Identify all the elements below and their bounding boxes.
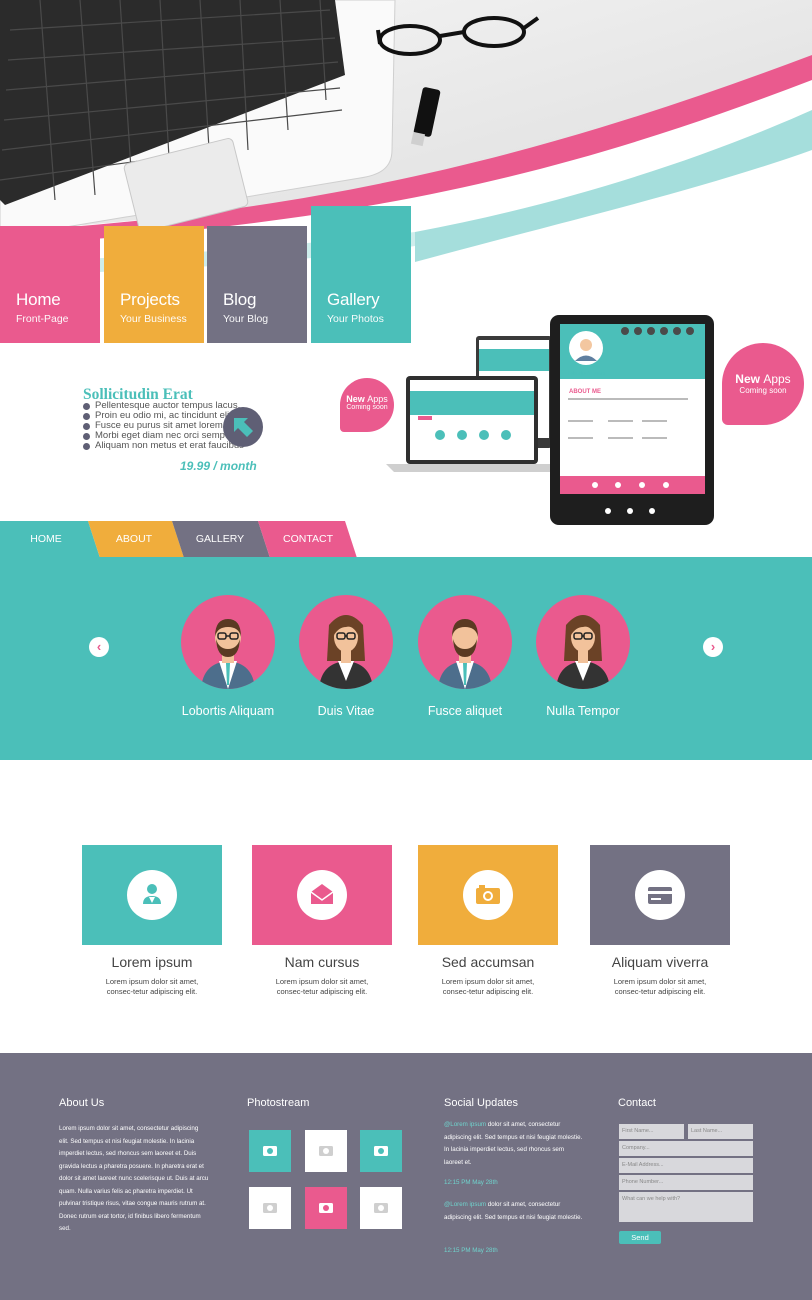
footer-about-title: About Us — [59, 1097, 105, 1109]
menu-tile-home[interactable]: Home Front-Page — [0, 226, 100, 343]
footer-contact-title: Contact — [618, 1097, 656, 1109]
nav-about[interactable]: ABOUT — [92, 521, 176, 558]
photostream-thumb[interactable] — [360, 1187, 402, 1229]
female-avatar-icon — [299, 595, 393, 689]
team-member-card[interactable]: Duis Vitae — [286, 595, 406, 718]
footer-photostream-title: Photostream — [247, 1097, 310, 1109]
menu-tile-title: Gallery — [327, 290, 380, 309]
team-member-name: Duis Vitae — [317, 704, 375, 718]
phone-field[interactable]: Phone Number... — [619, 1175, 753, 1190]
nav-home[interactable]: HOME — [0, 521, 92, 558]
team-member-name: Fusce aliquet — [427, 704, 503, 718]
devices-mockup-illustration: Lobortis Aliquam ABOUT ME — [386, 315, 714, 525]
menu-tile-subtitle: Your Blog — [223, 313, 269, 325]
tablet-heading: ABOUT ME — [569, 389, 601, 395]
main-nav-bar: HOME ABOUT GALLERY CONTACT — [0, 521, 812, 558]
footer: About Us Lorem ipsum dolor sit amet, con… — [0, 1053, 812, 1300]
menu-tile-title: Projects — [120, 290, 180, 309]
bubble-new-label: New — [735, 372, 760, 386]
photostream-thumb[interactable] — [360, 1130, 402, 1172]
bubble-apps-label: Apps — [763, 372, 791, 386]
photostream-thumb[interactable] — [249, 1187, 291, 1229]
camera-icon — [263, 1146, 277, 1156]
tweet-handle[interactable]: @Lorem ipsum — [444, 1121, 486, 1128]
tweet: @Lorem ipsum dolor sit amet, consectetur… — [444, 1199, 584, 1224]
feature-title: Aliquam viverra — [611, 954, 709, 970]
users-icon — [127, 870, 177, 920]
feature-box — [252, 845, 392, 945]
promo-price: 19.99 / month — [180, 459, 257, 473]
feature-box — [82, 845, 222, 945]
nav-contact[interactable]: CONTACT — [264, 521, 352, 558]
photostream-thumb[interactable] — [249, 1130, 291, 1172]
feature-card[interactable]: Lorem ipsum Lorem ipsum dolor sit amet, … — [82, 845, 222, 997]
menu-tile-blog[interactable]: Blog Your Blog — [207, 226, 307, 343]
feature-card[interactable]: Aliquam viverra Lorem ipsum dolor sit am… — [590, 845, 730, 997]
menu-tile-projects[interactable]: Projects Your Business — [104, 226, 204, 343]
photostream-thumb[interactable] — [305, 1130, 347, 1172]
bubble-subtitle: Coming soon — [739, 386, 787, 395]
envelope-icon — [297, 870, 347, 920]
female-avatar-icon — [536, 595, 630, 689]
menu-tile-title: Blog — [223, 290, 257, 309]
promo-feature-list: Pellentesque auctor tempus lacus, Proin … — [83, 401, 244, 451]
camera-icon — [374, 1203, 388, 1213]
carousel-next-button[interactable]: › — [703, 637, 723, 657]
carousel-prev-button[interactable]: ‹ — [89, 637, 109, 657]
camera-icon — [319, 1146, 333, 1156]
team-member-card[interactable]: Fusce aliquet — [405, 595, 525, 718]
camera-icon — [374, 1146, 388, 1156]
tweet-time: 12:15 PM May 28th — [444, 1179, 498, 1186]
arrow-up-left-icon[interactable] — [223, 407, 263, 447]
team-member-card[interactable]: Nulla Tempor — [523, 595, 643, 718]
photostream-thumb[interactable] — [305, 1187, 347, 1229]
team-section: ‹ › Lobortis Aliquam Duis Vitae Fusce al… — [0, 557, 812, 760]
tweet-handle[interactable]: @Lorem ipsum — [444, 1201, 486, 1208]
footer-social-title: Social Updates — [444, 1097, 518, 1109]
footer-about-text: Lorem ipsum dolor sit amet, consectetur … — [59, 1125, 209, 1232]
menu-tile-title: Home — [16, 290, 61, 309]
nav-gallery[interactable]: GALLERY — [176, 521, 264, 558]
team-member-name: Lobortis Aliquam — [181, 704, 275, 718]
feature-text: Lorem ipsum dolor sit amet, consec-tetur… — [441, 977, 535, 996]
hero-banner: Home Front-Page Projects Your Business B… — [0, 0, 812, 345]
send-button[interactable]: Send — [619, 1231, 661, 1244]
feature-title: Sed accumsan — [441, 954, 535, 970]
team-member-card[interactable]: Lobortis Aliquam — [168, 595, 288, 718]
bubble-new-label: New — [346, 394, 365, 404]
male-avatar-icon — [418, 595, 512, 689]
feature-title: Nam cursus — [284, 954, 360, 970]
feature-text: Lorem ipsum dolor sit amet, consec-tetur… — [275, 977, 369, 996]
feature-title: Lorem ipsum — [111, 954, 193, 970]
tablet-name: Lobortis Aliquam — [568, 371, 605, 377]
menu-tile-subtitle: Your Business — [120, 313, 187, 325]
feature-card[interactable]: Sed accumsan Lorem ipsum dolor sit amet,… — [418, 845, 558, 997]
feature-box — [418, 845, 558, 945]
team-member-name: Nulla Tempor — [546, 704, 620, 718]
new-apps-bubble-right: New Apps Coming soon — [722, 343, 804, 425]
camera-icon — [319, 1203, 333, 1213]
email-field[interactable]: E-Mail Address... — [619, 1158, 753, 1173]
first-name-field[interactable]: First Name... — [619, 1124, 684, 1139]
promo-feature-item: Aliquam non metus et erat faucibus — [83, 441, 244, 451]
message-field[interactable]: What can we help with? — [619, 1192, 753, 1222]
last-name-field[interactable]: Last Name... — [688, 1124, 753, 1139]
feature-text: Lorem ipsum dolor sit amet, consec-tetur… — [613, 977, 707, 996]
company-field[interactable]: Company... — [619, 1141, 753, 1156]
feature-text: Lorem ipsum dolor sit amet, consec-tetur… — [105, 977, 199, 996]
menu-tile-subtitle: Front-Page — [16, 313, 69, 325]
feature-card[interactable]: Nam cursus Lorem ipsum dolor sit amet, c… — [252, 845, 392, 997]
tweet: @Lorem ipsum dolor sit amet, consectetur… — [444, 1119, 584, 1169]
feature-box — [590, 845, 730, 945]
tweet-time: 12:15 PM May 28th — [444, 1247, 498, 1254]
camera-icon — [263, 1203, 277, 1213]
male-avatar-icon — [181, 595, 275, 689]
credit-card-icon — [635, 870, 685, 920]
camera-icon — [463, 870, 513, 920]
